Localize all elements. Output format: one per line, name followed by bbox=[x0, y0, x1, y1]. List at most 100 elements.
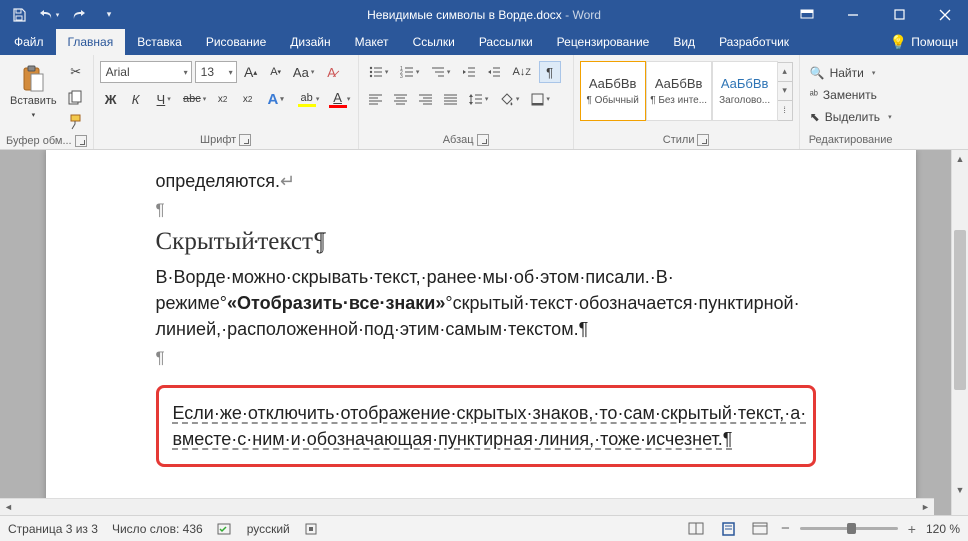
window-controls bbox=[784, 0, 968, 29]
ribbon-options-icon[interactable] bbox=[784, 0, 830, 29]
group-paragraph-label: Абзац bbox=[443, 134, 474, 146]
svg-text:3: 3 bbox=[400, 74, 403, 78]
replace-icon: ᵃᵇ bbox=[810, 89, 818, 101]
line-spacing-icon[interactable]: ▾ bbox=[465, 88, 493, 110]
change-case-icon[interactable]: Aa▾ bbox=[290, 61, 318, 83]
align-left-icon[interactable] bbox=[365, 88, 387, 110]
style-preview: АаБбВв bbox=[721, 76, 769, 91]
minimize-icon[interactable] bbox=[830, 0, 876, 29]
tab-view[interactable]: Вид bbox=[661, 29, 707, 55]
clear-format-icon[interactable]: A̷ bbox=[321, 61, 343, 83]
justify-icon[interactable] bbox=[440, 88, 462, 110]
macro-icon[interactable] bbox=[304, 522, 318, 536]
bold-button[interactable]: Ж bbox=[100, 88, 122, 110]
shading-icon[interactable]: ▾ bbox=[496, 88, 524, 110]
align-right-icon[interactable] bbox=[415, 88, 437, 110]
horizontal-scrollbar[interactable]: ◄ ► bbox=[0, 498, 934, 515]
select-button[interactable]: ⬉Выделить▾ bbox=[806, 107, 896, 127]
style-heading1[interactable]: АаБбВвЗаголово... bbox=[712, 61, 778, 121]
vertical-scrollbar[interactable]: ▲ ▼ bbox=[951, 150, 968, 515]
style-no-spacing[interactable]: АаБбВв¶ Без инте... bbox=[646, 61, 712, 121]
copy-icon[interactable] bbox=[65, 86, 87, 108]
undo-icon[interactable]: ▾ bbox=[36, 3, 62, 27]
redo-icon[interactable] bbox=[66, 3, 92, 27]
close-icon[interactable] bbox=[922, 0, 968, 29]
vscroll-thumb[interactable] bbox=[954, 230, 966, 390]
zoom-in-icon[interactable]: + bbox=[908, 521, 916, 537]
styles-scroller[interactable]: ▴▾⁞ bbox=[778, 62, 793, 121]
subscript-icon[interactable]: x2 bbox=[212, 88, 234, 110]
clipboard-launcher-icon[interactable] bbox=[75, 135, 87, 147]
maximize-icon[interactable] bbox=[876, 0, 922, 29]
paragraph-launcher-icon[interactable] bbox=[477, 134, 489, 146]
cut-icon[interactable]: ✂ bbox=[65, 61, 87, 83]
italic-button[interactable]: К bbox=[125, 88, 147, 110]
style-normal[interactable]: АаБбВв¶ Обычный bbox=[580, 61, 646, 121]
ribbon: Вставить▾ ✂ Буфер обм... Arial▾ 13▾ A▴ A… bbox=[0, 55, 968, 150]
qat-customize-icon[interactable]: ▾ bbox=[96, 3, 122, 27]
replace-button[interactable]: ᵃᵇЗаменить bbox=[806, 85, 896, 105]
tab-mailings[interactable]: Рассылки bbox=[467, 29, 545, 55]
underline-button[interactable]: Ч▾ bbox=[150, 88, 178, 110]
increase-indent-icon[interactable] bbox=[483, 61, 505, 83]
print-layout-icon[interactable] bbox=[717, 520, 739, 538]
app-name: Word bbox=[572, 8, 600, 22]
paste-label: Вставить bbox=[10, 95, 57, 107]
document-viewport[interactable]: определяются.↵ ¶ Скрытый·текст¶ В·Ворде·… bbox=[0, 150, 951, 515]
tab-layout[interactable]: Макет bbox=[343, 29, 401, 55]
style-preview: АаБбВв bbox=[655, 76, 703, 91]
zoom-slider[interactable] bbox=[800, 527, 898, 530]
scroll-right-icon[interactable]: ► bbox=[917, 502, 934, 512]
spellcheck-icon[interactable] bbox=[217, 522, 233, 536]
format-painter-icon[interactable] bbox=[65, 111, 87, 133]
numbering-icon[interactable]: 123▾ bbox=[396, 61, 424, 83]
font-size-combo[interactable]: 13▾ bbox=[195, 61, 237, 83]
doc-paragraph: В·Ворде·можно·скрывать·текст,·ранее·мы·о… bbox=[156, 264, 816, 342]
read-mode-icon[interactable] bbox=[685, 520, 707, 538]
tab-developer[interactable]: Разработчик bbox=[707, 29, 801, 55]
bullets-icon[interactable]: ▾ bbox=[365, 61, 393, 83]
scroll-up-icon[interactable]: ▲ bbox=[952, 150, 968, 167]
align-center-icon[interactable] bbox=[390, 88, 412, 110]
strike-button[interactable]: abc▾ bbox=[181, 88, 209, 110]
zoom-out-icon[interactable]: − bbox=[781, 520, 790, 537]
paste-button[interactable]: Вставить▾ bbox=[6, 58, 61, 128]
web-layout-icon[interactable] bbox=[749, 520, 771, 538]
status-language[interactable]: русский bbox=[247, 522, 290, 536]
tab-home[interactable]: Главная bbox=[56, 29, 126, 55]
tab-review[interactable]: Рецензирование bbox=[545, 29, 662, 55]
style-name: ¶ Обычный bbox=[586, 95, 638, 106]
font-color-icon[interactable]: A▾ bbox=[324, 88, 352, 110]
font-name-combo[interactable]: Arial▾ bbox=[100, 61, 192, 83]
zoom-thumb[interactable] bbox=[847, 523, 856, 534]
text-effects-icon[interactable]: A▾ bbox=[262, 88, 290, 110]
tab-references[interactable]: Ссылки bbox=[401, 29, 467, 55]
group-editing: 🔍Найти▾ ᵃᵇЗаменить ⬉Выделить▾ Редактиров… bbox=[800, 55, 902, 149]
decrease-indent-icon[interactable] bbox=[458, 61, 480, 83]
zoom-level[interactable]: 120 % bbox=[926, 522, 960, 536]
grow-font-icon[interactable]: A▴ bbox=[240, 61, 262, 83]
find-button[interactable]: 🔍Найти▾ bbox=[806, 63, 896, 83]
cursor-icon: ⬉ bbox=[810, 110, 820, 124]
styles-launcher-icon[interactable] bbox=[697, 134, 709, 146]
superscript-icon[interactable]: x2 bbox=[237, 88, 259, 110]
tab-file[interactable]: Файл bbox=[2, 29, 56, 55]
scroll-down-icon[interactable]: ▼ bbox=[952, 481, 968, 498]
page[interactable]: определяются.↵ ¶ Скрытый·текст¶ В·Ворде·… bbox=[46, 150, 916, 515]
tab-insert[interactable]: Вставка bbox=[125, 29, 194, 55]
shrink-font-icon[interactable]: A▾ bbox=[265, 61, 287, 83]
multilevel-icon[interactable]: ▾ bbox=[427, 61, 455, 83]
scroll-left-icon[interactable]: ◄ bbox=[0, 502, 17, 512]
font-launcher-icon[interactable] bbox=[239, 134, 251, 146]
tab-design[interactable]: Дизайн bbox=[278, 29, 342, 55]
status-word-count[interactable]: Число слов: 436 bbox=[112, 522, 203, 536]
tab-draw[interactable]: Рисование bbox=[194, 29, 278, 55]
tell-me-icon[interactable]: 💡Помощн bbox=[890, 34, 958, 51]
sort-icon[interactable]: A↓Z bbox=[508, 61, 536, 83]
borders-icon[interactable]: ▾ bbox=[527, 88, 555, 110]
group-font: Arial▾ 13▾ A▴ A▾ Aa▾ A̷ Ж К Ч▾ abc▾ x2 x… bbox=[94, 55, 359, 149]
highlight-icon[interactable]: ab▾ bbox=[293, 88, 321, 110]
pilcrow-icon[interactable]: ¶ bbox=[539, 61, 561, 83]
status-page[interactable]: Страница 3 из 3 bbox=[8, 522, 98, 536]
save-icon[interactable] bbox=[6, 3, 32, 27]
